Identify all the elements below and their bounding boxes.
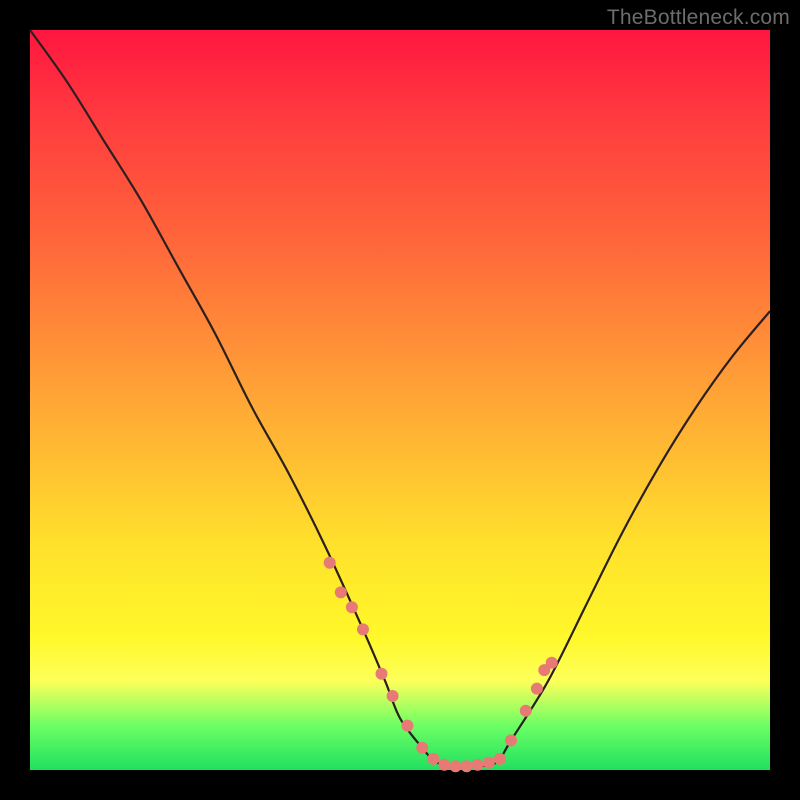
sample-dot [335, 586, 347, 598]
sample-dot [357, 623, 369, 635]
sample-dots-group [324, 557, 558, 773]
sample-dot [472, 759, 484, 771]
sample-dot [438, 759, 450, 771]
chart-frame: TheBottleneck.com [0, 0, 800, 800]
sample-dot [416, 742, 428, 754]
sample-dot [346, 601, 358, 613]
sample-dot [461, 760, 473, 772]
watermark-text: TheBottleneck.com [607, 6, 790, 30]
bottleneck-curve-path [30, 30, 770, 767]
sample-dot [387, 690, 399, 702]
sample-dot [376, 668, 388, 680]
sample-dot [520, 705, 532, 717]
bottleneck-curve-svg [30, 30, 770, 770]
sample-dot [401, 720, 413, 732]
sample-dot [531, 683, 543, 695]
sample-dot [483, 757, 495, 769]
sample-dot [494, 753, 506, 765]
sample-dot [505, 734, 517, 746]
sample-dot [450, 760, 462, 772]
sample-dot [324, 557, 336, 569]
plot-area [30, 30, 770, 770]
sample-dot [427, 753, 439, 765]
sample-dot [546, 657, 558, 669]
